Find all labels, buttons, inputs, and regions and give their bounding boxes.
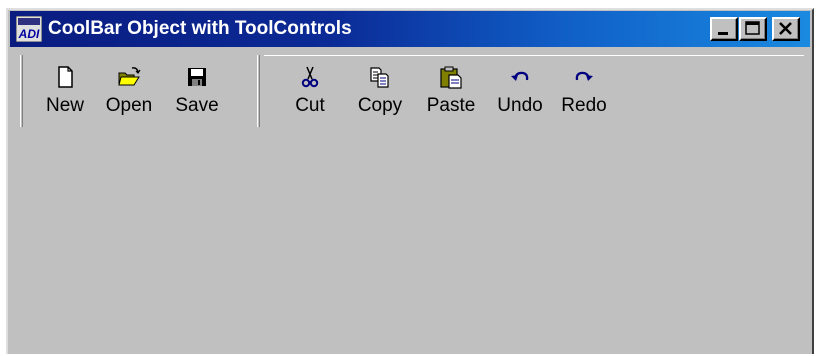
close-button[interactable]: [772, 17, 800, 41]
save-disk-icon: [188, 68, 206, 86]
band-grip-2[interactable]: [257, 55, 260, 127]
new-label: New: [45, 95, 84, 116]
band-grip-1[interactable]: [20, 55, 23, 127]
app-icon: ADI: [16, 16, 42, 42]
paste-clipboard-icon: [440, 66, 462, 89]
cut-label: Cut: [295, 95, 325, 116]
copy-icon: [370, 67, 389, 88]
open-button[interactable]: Open: [98, 59, 160, 127]
band-separator: [264, 55, 804, 58]
redo-label: Redo: [561, 95, 607, 116]
new-button[interactable]: New: [40, 59, 90, 127]
client-area: [10, 134, 810, 356]
undo-button[interactable]: Undo: [490, 59, 550, 127]
new-document-icon: [58, 66, 73, 88]
save-button[interactable]: Save: [168, 59, 226, 127]
close-icon: [779, 22, 792, 35]
redo-arrow-icon: [575, 71, 593, 81]
undo-arrow-icon: [511, 71, 529, 81]
title-bar[interactable]: ADI CoolBar Object with ToolControls: [10, 11, 810, 47]
redo-button[interactable]: Redo: [554, 59, 614, 127]
undo-label: Undo: [497, 95, 543, 116]
minimize-button[interactable]: [710, 17, 738, 41]
maximize-button[interactable]: [739, 17, 767, 41]
minimize-icon: [718, 32, 728, 35]
svg-text:ADI: ADI: [18, 27, 40, 41]
cut-button[interactable]: Cut: [288, 59, 332, 127]
save-label: Save: [175, 95, 219, 116]
open-folder-icon: [118, 67, 141, 86]
window-title: CoolBar Object with ToolControls: [48, 18, 352, 39]
copy-button[interactable]: Copy: [352, 59, 408, 127]
coolbar: New Open Save Cut Copy Paste Undo Redo: [10, 51, 810, 133]
open-label: Open: [105, 95, 153, 116]
scissors-icon: [301, 66, 319, 88]
application-window: ADI CoolBar Object with ToolControls New…: [6, 8, 814, 354]
maximize-icon: [745, 21, 760, 35]
copy-label: Copy: [357, 95, 403, 116]
paste-label: Paste: [426, 95, 476, 116]
paste-button[interactable]: Paste: [420, 59, 482, 127]
